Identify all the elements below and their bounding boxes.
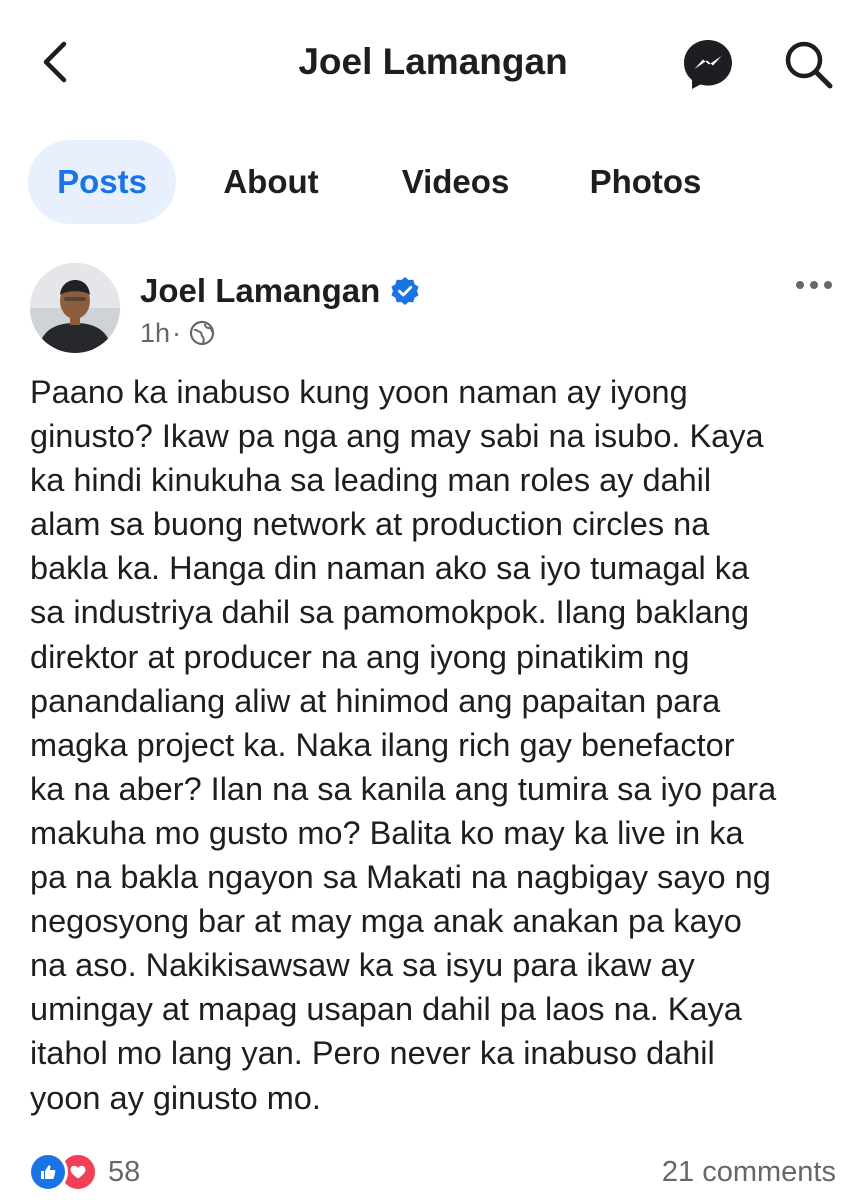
post-text-line: panandaliang aliw at hinimod ang papaita… (30, 682, 721, 719)
meta-separator: · (172, 317, 182, 348)
profile-tabs: Posts About Videos Photos (28, 140, 838, 224)
verified-badge-icon (391, 277, 419, 305)
search-button[interactable] (782, 38, 834, 90)
reactions-summary[interactable]: 58 (28, 1152, 140, 1192)
tab-about[interactable]: About (206, 140, 336, 224)
post-text: Paano ka inabuso kung yoon naman ay iyon… (30, 370, 845, 1120)
post-text-line: umingay at mapag usapan dahil pa laos na… (30, 991, 742, 1028)
post-timestamp[interactable]: 1h (140, 318, 170, 349)
like-reaction-icon (28, 1152, 68, 1192)
post-text-line: itahol mo lang yan. Pero never ka inabus… (30, 1035, 715, 1072)
post-text-line: sa industriya dahil sa pamomokpok. Ilang… (30, 594, 750, 631)
avatar-photo (30, 263, 120, 353)
tab-posts[interactable]: Posts (28, 140, 176, 224)
messenger-icon (684, 40, 732, 89)
tab-videos[interactable]: Videos (383, 140, 528, 224)
post-text-line: ginusto? Ikaw pa nga ang may sabi na isu… (30, 418, 764, 455)
post-text-line: na aso. Nakikisawsaw ka sa isyu para ika… (30, 947, 695, 984)
globe-icon (189, 320, 215, 346)
more-options-icon (796, 281, 832, 289)
tab-photos[interactable]: Photos (573, 140, 718, 224)
post-footer: 58 21 comments (0, 1142, 866, 1200)
top-bar: Joel Lamangan (0, 0, 866, 120)
post-text-line: ka na aber? Ilan na sa kanila ang tumira… (30, 770, 777, 807)
messenger-button[interactable] (680, 36, 736, 92)
reaction-count: 58 (108, 1155, 141, 1188)
post-text-line: ka hindi kinukuha sa leading man roles a… (30, 462, 712, 499)
post-author-row: Joel Lamangan (140, 268, 420, 314)
post-text-line: direktor at producer na ang iyong pinati… (30, 638, 690, 675)
search-icon (785, 41, 833, 89)
post-text-line: Paano ka inabuso kung yoon naman ay iyon… (30, 374, 688, 410)
comments-count-link[interactable]: 21 comments (662, 1152, 836, 1192)
post-text-line: magka project ka. Naka ilang rich gay be… (30, 726, 735, 763)
post-text-line: pa na bakla ngayon sa Makati na nagbigay… (30, 859, 771, 896)
post-text-line: negosyong bar at may mga anak anakan pa … (30, 903, 742, 940)
post-text-line: bakla ka. Hanga din naman ako sa iyo tum… (30, 550, 750, 587)
post-text-line: yoon ay ginusto mo. (30, 1079, 321, 1116)
post-meta: 1h · (140, 316, 215, 350)
post-author-name[interactable]: Joel Lamangan (140, 272, 380, 310)
post-text-line: alam sa buong network at production circ… (30, 506, 710, 543)
post-text-line: makuha mo gusto mo? Balita ko may ka liv… (30, 814, 744, 851)
page-title: Joel Lamangan (298, 41, 568, 82)
post-options-button[interactable] (790, 270, 838, 300)
author-avatar[interactable] (30, 263, 120, 353)
